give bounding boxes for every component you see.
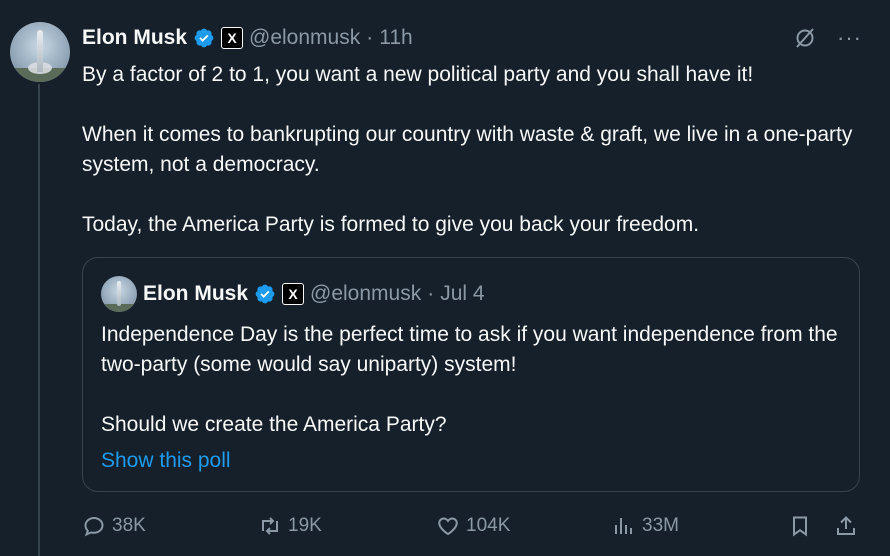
grok-icon[interactable] xyxy=(793,26,817,50)
verified-badge-icon xyxy=(255,284,275,304)
more-icon[interactable]: ··· xyxy=(837,27,862,49)
separator: · xyxy=(427,282,435,305)
avatar[interactable] xyxy=(10,22,70,82)
x-affiliation-icon: X xyxy=(282,283,305,305)
x-affiliation-icon: X xyxy=(221,27,244,49)
show-poll-link[interactable]: Show this poll xyxy=(101,446,841,476)
heart-icon xyxy=(438,517,458,536)
quoted-handle: @elonmusk xyxy=(310,282,422,305)
verified-badge-icon xyxy=(194,28,214,48)
repost-count: 19K xyxy=(288,515,322,536)
author-handle[interactable]: @elonmusk xyxy=(249,26,360,50)
quoted-avatar xyxy=(101,276,137,312)
post-paragraph: When it comes to bankrupting our country… xyxy=(82,123,853,176)
post-text: By a factor of 2 to 1, you want a new po… xyxy=(82,60,862,240)
views-button[interactable]: 33M xyxy=(612,510,679,542)
quoted-post[interactable]: Elon Musk X @elonmusk · Jul 4 Independen… xyxy=(82,257,860,492)
author-name[interactable]: Elon Musk xyxy=(82,26,187,50)
like-count: 104K xyxy=(466,515,511,536)
post-top-actions: ··· xyxy=(793,26,862,50)
quoted-text: Independence Day is the perfect time to … xyxy=(101,320,841,476)
quoted-paragraph: Should we create the America Party? xyxy=(101,413,447,436)
post-paragraph: Today, the America Party is formed to gi… xyxy=(82,213,700,236)
quoted-header: Elon Musk X @elonmusk · Jul 4 xyxy=(143,280,485,308)
like-button[interactable]: 104K xyxy=(436,510,510,542)
thread-line xyxy=(38,84,40,556)
reply-count: 38K xyxy=(112,515,146,536)
post-paragraph: By a factor of 2 to 1, you want a new po… xyxy=(82,63,754,86)
repost-icon xyxy=(262,517,278,535)
reply-icon xyxy=(84,516,104,537)
views-count: 33M xyxy=(642,515,679,536)
tweet-container: Elon Musk X @elonmusk · 11h ··· By a fac… xyxy=(0,0,890,556)
separator: · xyxy=(366,26,374,49)
repost-button[interactable]: 19K xyxy=(258,510,322,542)
action-bar: 38K 19K 104K 33M xyxy=(82,510,862,542)
reply-button[interactable]: 38K xyxy=(82,510,146,542)
post-time[interactable]: 11h xyxy=(379,26,412,50)
share-icon[interactable] xyxy=(834,514,858,538)
views-icon xyxy=(615,518,632,534)
quoted-paragraph: Independence Day is the perfect time to … xyxy=(101,323,838,376)
quoted-time: Jul 4 xyxy=(440,282,485,305)
post-header: Elon Musk X @elonmusk · 11h xyxy=(82,24,413,52)
bookmark-icon[interactable] xyxy=(788,514,812,538)
quoted-author-name: Elon Musk xyxy=(143,282,249,305)
